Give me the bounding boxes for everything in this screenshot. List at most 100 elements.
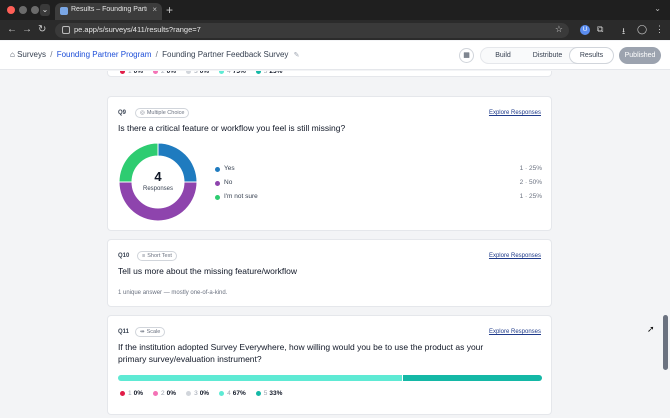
scale-percent: 0%	[199, 71, 210, 75]
responses-total: 4	[154, 169, 162, 184]
question-number: Q10	[118, 253, 130, 259]
bar-segment-5	[402, 375, 542, 381]
window-chevron-down-icon[interactable]: ⌄	[654, 4, 661, 13]
question-card-q9: Q9 ◎ Multiple Choice Explore Responses Is…	[107, 96, 552, 231]
scale-dot-icon	[219, 71, 225, 74]
legend-swatch	[215, 167, 220, 172]
legend-count: 1 · 25%	[519, 193, 542, 200]
explore-responses-link[interactable]: Explore Responses	[489, 329, 541, 335]
scale-item: 1 0%	[120, 71, 143, 75]
scale-percent: 33%	[269, 390, 283, 397]
explore-responses-link[interactable]: Explore Responses	[489, 110, 541, 116]
scale-dot-icon	[153, 71, 159, 74]
legend-label: Yes	[224, 165, 235, 172]
scale-item: 3 0%	[186, 71, 209, 75]
browser-tab[interactable]: Results – Founding Partner Fe ×	[55, 3, 162, 20]
tab-results[interactable]: Results	[570, 48, 613, 63]
scale-dot-icon	[186, 390, 192, 396]
scale-summary: 1 0% 2 0% 3 0% 4 67% 5 33%	[120, 390, 292, 397]
scale-percent: 75%	[232, 71, 246, 75]
question-number: Q11	[118, 329, 130, 335]
extensions-puzzle-icon[interactable]: ⧉	[597, 24, 603, 35]
legend-row: No 2 · 50%	[215, 179, 542, 189]
site-settings-icon[interactable]	[62, 26, 70, 34]
question-type-label: Short Text	[147, 253, 172, 259]
scale-label: 3	[194, 71, 198, 75]
explore-responses-link[interactable]: Explore Responses	[489, 253, 541, 259]
tab-distribute[interactable]: Distribute	[525, 48, 570, 63]
question-title: Is there a critical feature or workflow …	[118, 123, 346, 133]
address-url[interactable]: pe.app/s/surveys/411/results?range=7	[74, 25, 201, 34]
scale-item: 3 0%	[186, 390, 209, 397]
close-window-button[interactable]	[7, 6, 15, 14]
results-content[interactable]: 1 0% 2 0% 3 0% 4 75% 5 25% Q9 ◎ Multiple Choice Ex…	[0, 71, 670, 418]
scale-item: 5 25%	[255, 71, 283, 75]
breadcrumb-program[interactable]: Founding Partner Program	[57, 50, 152, 59]
scale-item: 4 67%	[219, 390, 246, 397]
question-type-badge: ≡ Short Text	[137, 251, 177, 261]
scale-distribution-bar	[118, 375, 542, 381]
profile-circle-icon[interactable]: ◯	[637, 24, 647, 35]
scale-percent: 0%	[199, 390, 210, 397]
bar-segment-4	[118, 375, 403, 381]
minimize-window-button[interactable]	[19, 6, 27, 14]
mouse-cursor-icon: ➚	[647, 324, 655, 334]
scale-dot-icon	[255, 390, 261, 396]
calendar-icon[interactable]: ▦	[459, 48, 474, 63]
address-bar[interactable]: pe.app/s/surveys/411/results?range=7 ☆	[55, 23, 569, 38]
browser-titlebar: ⌄ Results – Founding Partner Fe × + ⌄	[0, 0, 670, 20]
tab-favicon-icon	[60, 7, 68, 15]
responses-total-label: Responses	[142, 186, 174, 192]
back-arrow-icon[interactable]: ←	[7, 23, 17, 37]
edit-pencil-icon[interactable]: ✎	[294, 52, 300, 59]
scale-item: 1 0%	[120, 390, 143, 397]
scale-label: 1	[128, 390, 132, 397]
scale-percent: 0%	[133, 390, 144, 397]
tab-build[interactable]: Build	[481, 48, 525, 63]
scale-label: 2	[161, 71, 165, 75]
download-icon[interactable]: ⭳	[622, 24, 625, 40]
new-tab-button[interactable]: +	[166, 3, 173, 17]
browser-menu-icon[interactable]: ⋮	[655, 24, 664, 35]
scale-percent: 67%	[232, 390, 246, 397]
scale-label: 1	[128, 71, 132, 75]
scale-item: 5 33%	[255, 390, 283, 397]
scale-dot-icon	[120, 71, 125, 74]
bookmark-star-icon[interactable]: ☆	[555, 24, 563, 35]
scale-percent: 25%	[269, 71, 283, 75]
short-text-icon: ≡	[142, 253, 146, 259]
legend-count: 2 · 50%	[519, 179, 542, 186]
scale-label: 4	[227, 71, 231, 75]
page-scrollbar[interactable]	[663, 315, 668, 370]
answers-summary: 1 unique answer — mostly one-of-a-kind.	[118, 290, 228, 296]
scale-dot-icon	[186, 71, 192, 74]
breadcrumb-surveys[interactable]: Surveys	[17, 50, 46, 59]
legend-label: No	[224, 179, 233, 186]
legend-swatch	[215, 181, 220, 186]
forward-arrow-icon[interactable]: →	[22, 23, 32, 37]
question-card-q10: Q10 ≡ Short Text Explore Responses Tell u…	[107, 239, 552, 307]
maximize-window-button[interactable]	[31, 6, 39, 14]
question-title-line-2: primary survey/evaluation instrument?	[118, 354, 262, 364]
question-type-badge: ◎ Multiple Choice	[135, 108, 190, 118]
question-type-label: Multiple Choice	[146, 110, 185, 116]
check-circle-icon: ◎	[140, 110, 145, 116]
profile-avatar[interactable]: U	[580, 25, 590, 35]
scale-icon: ⇹	[140, 329, 145, 335]
question-title: Tell us more about the missing feature/w…	[118, 266, 298, 276]
published-button[interactable]: Published	[619, 47, 661, 64]
legend-label: I'm not sure	[224, 193, 258, 200]
breadcrumb-survey: Founding Partner Feedback Survey	[162, 50, 289, 59]
home-icon[interactable]: ⌂	[10, 50, 15, 59]
breadcrumb: ⌂ Surveys / Founding Partner Program / F…	[10, 50, 300, 59]
scale-item: 4 75%	[219, 71, 246, 75]
scale-item: 2 0%	[153, 71, 176, 75]
breadcrumb-separator: /	[155, 50, 158, 59]
browser-toolbar: ← → ↻ pe.app/s/surveys/411/results?range…	[0, 20, 670, 40]
scale-label: 5	[263, 390, 268, 397]
tab-search-chevron-icon[interactable]: ⌄	[40, 4, 50, 16]
tab-close-icon[interactable]: ×	[152, 5, 157, 14]
scale-dot-icon	[219, 390, 225, 396]
question-title-line-1: If the institution adopted Survey Everyw…	[118, 342, 484, 352]
reload-icon[interactable]: ↻	[38, 23, 46, 37]
